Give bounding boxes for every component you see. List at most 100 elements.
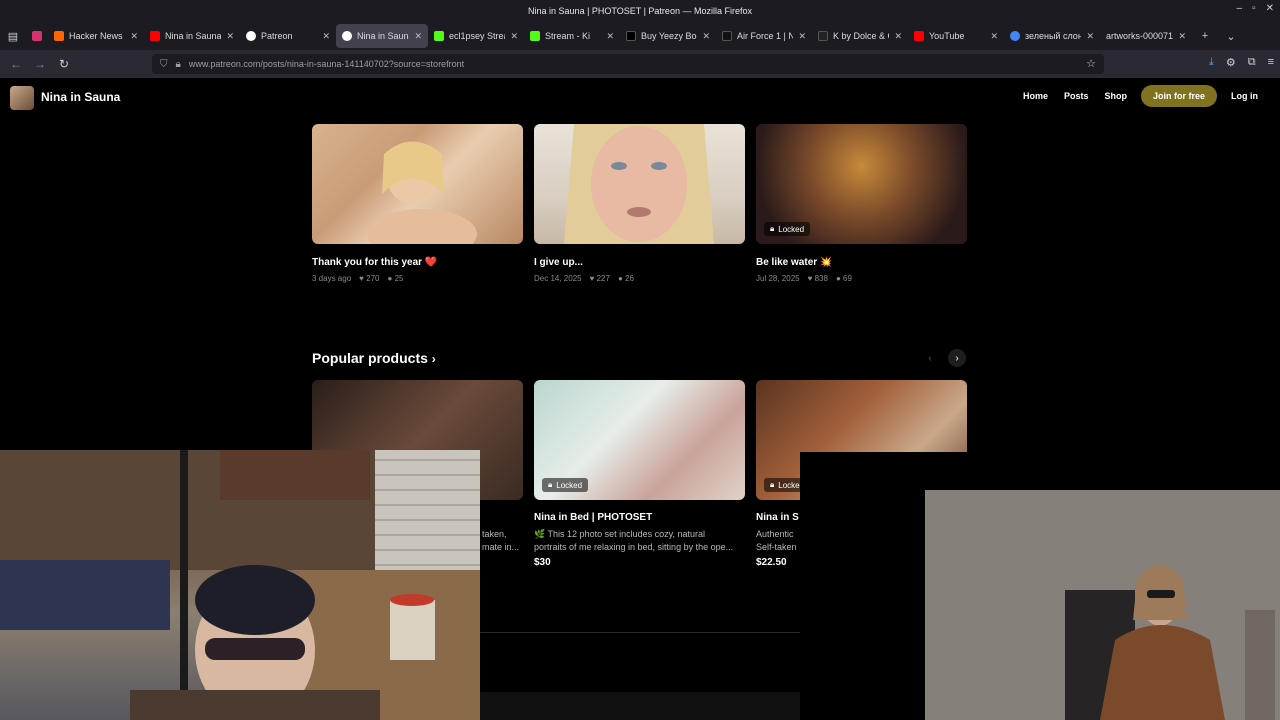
tab-hacker-news[interactable]: Hacker News ✕ (48, 24, 144, 48)
extension-icon[interactable]: ⚙ (1226, 56, 1236, 69)
creator-avatar[interactable] (10, 86, 34, 110)
tab-youtube[interactable]: YouTube ✕ (908, 24, 1004, 48)
nav-home-link[interactable]: Home (1015, 91, 1056, 101)
tab-kick-stream[interactable]: ecl1psey Strea ✕ (428, 24, 524, 48)
post-meta: 3 days ago ♥ 270 ● 25 (312, 274, 403, 283)
post-title[interactable]: I give up... (534, 257, 583, 268)
section-title-text: Popular products (312, 350, 428, 366)
tab-yeezy[interactable]: Buy Yeezy Boo ✕ (620, 24, 716, 48)
maximize-button[interactable]: ▫ (1252, 3, 1256, 14)
shield-icon[interactable]: ⛉ (160, 59, 168, 70)
tab-bar: ▤ Hacker News ✕ Nina in Sauna ✕ Patreon … (0, 22, 1280, 50)
tab-nina-in-sauna-yt[interactable]: Nina in Sauna ✕ (144, 24, 240, 48)
product-desc-line: portraits of me relaxing in bed, sitting… (534, 542, 734, 552)
product-description: 🌿 This 12 photo set includes cozy, natur… (534, 528, 745, 554)
heart-icon: ♥ (359, 274, 364, 283)
close-tab-icon[interactable]: ✕ (702, 31, 710, 42)
star-icon[interactable]: ☆ (1086, 57, 1096, 70)
close-tab-icon[interactable]: ✕ (606, 31, 614, 42)
post-thumbnail[interactable] (312, 124, 523, 244)
divider (480, 632, 800, 633)
product-thumbnail-locked[interactable]: 🔒︎ Locked (534, 380, 745, 500)
product-title[interactable]: Nina in S (756, 512, 799, 523)
login-button[interactable]: Log in (1223, 91, 1266, 101)
heart-icon: ♥ (589, 274, 595, 283)
tab-title: Nina in Sauna (357, 31, 410, 41)
nav-posts-link[interactable]: Posts (1056, 91, 1097, 101)
post-thumbnail[interactable] (534, 124, 745, 244)
post-date: 3 days ago (312, 274, 352, 283)
close-tab-icon[interactable]: ✕ (226, 31, 234, 42)
tab-dolce[interactable]: K by Dolce & G ✕ (812, 24, 908, 48)
locked-badge: 🔒︎ Locked (542, 478, 589, 492)
post-image (367, 141, 477, 244)
post-meta: Dec 14, 2025 ♥ 227 ● 26 (534, 274, 634, 283)
minimize-button[interactable]: – (1237, 3, 1243, 14)
forward-icon[interactable]: → (28, 57, 52, 71)
webcam-image (0, 450, 480, 720)
tab-favicon (914, 31, 924, 41)
webcam-image (925, 490, 1280, 720)
nav-shop-link[interactable]: Shop (1096, 91, 1135, 101)
creator-name[interactable]: Nina in Sauna (41, 90, 120, 104)
close-tab-icon[interactable]: ✕ (894, 31, 902, 42)
plus-icon[interactable]: + (1192, 22, 1218, 50)
join-button[interactable]: Join for free (1140, 85, 1217, 107)
post-title[interactable]: Thank you for this year ❤️ (312, 257, 437, 268)
close-tab-icon[interactable]: ✕ (1086, 31, 1094, 42)
menu-icon[interactable]: ≡ (1268, 56, 1274, 69)
reload-icon[interactable]: ↻ (52, 57, 76, 71)
product-description: Authentic Self-taken (756, 528, 800, 554)
url-bar[interactable]: ⛉ 🔒︎ www.patreon.com/posts/nina-in-sauna… (152, 54, 1104, 74)
product-desc-line: taken, (482, 529, 507, 539)
tab-favicon (722, 31, 732, 41)
tab-artworks[interactable]: artworks-000071 ✕ (1100, 24, 1192, 48)
download-icon[interactable]: ⤓ (1209, 56, 1214, 69)
close-window-button[interactable]: ✕ (1266, 3, 1274, 14)
site-nav: Home Posts Shop Join for free Log in (1015, 85, 1266, 107)
carousel-next-button[interactable]: › (948, 349, 966, 367)
popular-products-heading[interactable]: Popular products › (312, 350, 436, 366)
comment-count: 25 (394, 274, 404, 283)
like-count: 270 (366, 274, 380, 283)
tab-favicon (32, 31, 42, 41)
url-text[interactable]: www.patreon.com/posts/nina-in-sauna-1411… (189, 59, 464, 69)
tab-air-force[interactable]: Air Force 1 | N ✕ (716, 24, 812, 48)
product-desc-line: 🌿 This 12 photo set includes cozy, natur… (534, 529, 705, 539)
product-desc-line: Authentic (756, 529, 794, 539)
back-icon[interactable]: ← (4, 57, 28, 71)
comment-icon: ● (617, 274, 623, 283)
locked-badge: 🔒︎ Locked (764, 222, 811, 236)
tab-patreon[interactable]: Patreon ✕ (240, 24, 336, 48)
lock-icon: 🔒︎ (770, 224, 775, 233)
chevron-down-icon[interactable]: ⌄ (1218, 22, 1244, 50)
product-price: $30 (534, 557, 551, 568)
heart-icon: ♥ (807, 274, 813, 283)
post-title[interactable]: Be like water 💥 (756, 257, 832, 268)
extension-icon[interactable]: ⧉ (1248, 56, 1256, 69)
post-thumbnail-locked[interactable]: 🔒︎ Locked (756, 124, 967, 244)
product-description: taken, mate in... (482, 528, 522, 554)
tab-kick-stream-2[interactable]: Stream - Ki ✕ (524, 24, 620, 48)
sidebar-icon[interactable]: ▤ (0, 22, 26, 50)
product-title[interactable]: Nina in Bed | PHOTOSET (534, 512, 652, 523)
tab-green-elephant[interactable]: зеленый слон ✕ (1004, 24, 1100, 48)
lock-icon: 🔒︎ (548, 480, 553, 489)
webcam-overlay-right (925, 490, 1280, 720)
lock-icon[interactable]: 🔒︎ (176, 59, 181, 70)
close-tab-icon[interactable]: ✕ (414, 31, 422, 42)
close-tab-icon[interactable]: ✕ (1178, 31, 1186, 42)
tab-pinned[interactable] (26, 24, 48, 48)
tab-favicon (818, 31, 828, 41)
close-tab-icon[interactable]: ✕ (130, 31, 138, 42)
close-tab-icon[interactable]: ✕ (510, 31, 518, 42)
carousel-prev-button[interactable]: ‹ (921, 349, 939, 367)
close-tab-icon[interactable]: ✕ (990, 31, 998, 42)
close-tab-icon[interactable]: ✕ (798, 31, 806, 42)
tab-title: Air Force 1 | N (737, 31, 794, 41)
locked-label: Locked (556, 480, 583, 490)
tab-title: K by Dolce & G (833, 31, 890, 41)
webcam-overlay-left (0, 450, 480, 720)
close-tab-icon[interactable]: ✕ (322, 31, 330, 42)
tab-nina-in-sauna-active[interactable]: Nina in Sauna ✕ (336, 24, 428, 48)
